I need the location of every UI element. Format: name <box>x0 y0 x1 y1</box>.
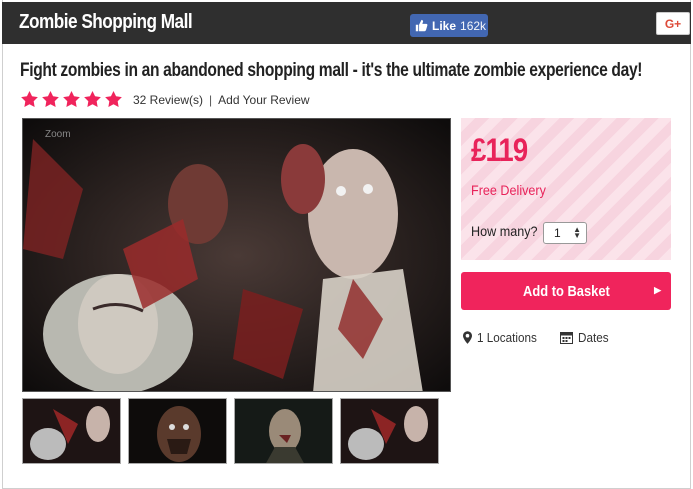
thumbs-up-icon <box>415 19 428 32</box>
page-title: Zombie Shopping Mall <box>19 11 193 33</box>
dates-label: Dates <box>577 330 609 345</box>
like-count: 162k <box>460 18 487 33</box>
product-headline: Fight zombies in an abandoned shopping m… <box>20 60 643 81</box>
locations-link[interactable]: 1 Locations <box>463 330 544 345</box>
quantity-value: 1 <box>554 226 561 240</box>
add-review-link[interactable]: Add Your Review <box>218 93 309 107</box>
add-to-basket-button[interactable]: Add to Basket ▶ <box>461 272 671 310</box>
star-icon <box>63 90 80 108</box>
star-icon <box>42 90 59 108</box>
price-box: £119 Free Delivery How many? 1 ▲ ▼ <box>461 118 671 260</box>
map-pin-icon <box>463 331 472 344</box>
separator: | <box>209 92 213 107</box>
meta-row: 1 Locations Dates <box>463 330 611 345</box>
thumbnail-strip <box>22 398 439 464</box>
like-label: Like <box>432 18 457 33</box>
arrow-right-icon: ▶ <box>654 285 661 295</box>
zoom-label: Zoom <box>45 129 71 140</box>
quantity-label: How many? <box>471 223 538 239</box>
thumbnail-image[interactable] <box>22 398 121 464</box>
star-icon <box>84 90 101 108</box>
star-rating <box>20 90 123 109</box>
star-icon <box>105 90 122 108</box>
thumbnail-image[interactable] <box>234 398 333 464</box>
google-plus-button[interactable]: G+ <box>656 12 690 35</box>
facebook-like-button[interactable]: Like 162k <box>410 14 488 37</box>
top-bar: Zombie Shopping Mall Like 162k G+ <box>2 2 691 44</box>
quantity-select[interactable]: 1 ▲ ▼ <box>543 222 587 244</box>
calendar-icon <box>559 332 573 344</box>
star-icon <box>21 90 38 108</box>
price: £119 <box>471 132 528 168</box>
rating-row: 32 Review(s) | Add Your Review <box>20 90 310 109</box>
zombie-photo <box>23 119 450 391</box>
thumbnail-image[interactable] <box>340 398 439 464</box>
main-product-image[interactable]: Zoom <box>22 118 451 392</box>
stepper-arrows-icon: ▲ ▼ <box>573 225 581 240</box>
thumbnail-image[interactable] <box>128 398 227 464</box>
locations-label: 1 Locations <box>477 330 537 345</box>
dates-link[interactable]: Dates <box>559 330 612 345</box>
delivery-label: Free Delivery <box>471 182 546 198</box>
add-to-basket-label: Add to Basket <box>522 282 610 300</box>
reviews-link[interactable]: 32 Review(s) <box>133 93 203 107</box>
